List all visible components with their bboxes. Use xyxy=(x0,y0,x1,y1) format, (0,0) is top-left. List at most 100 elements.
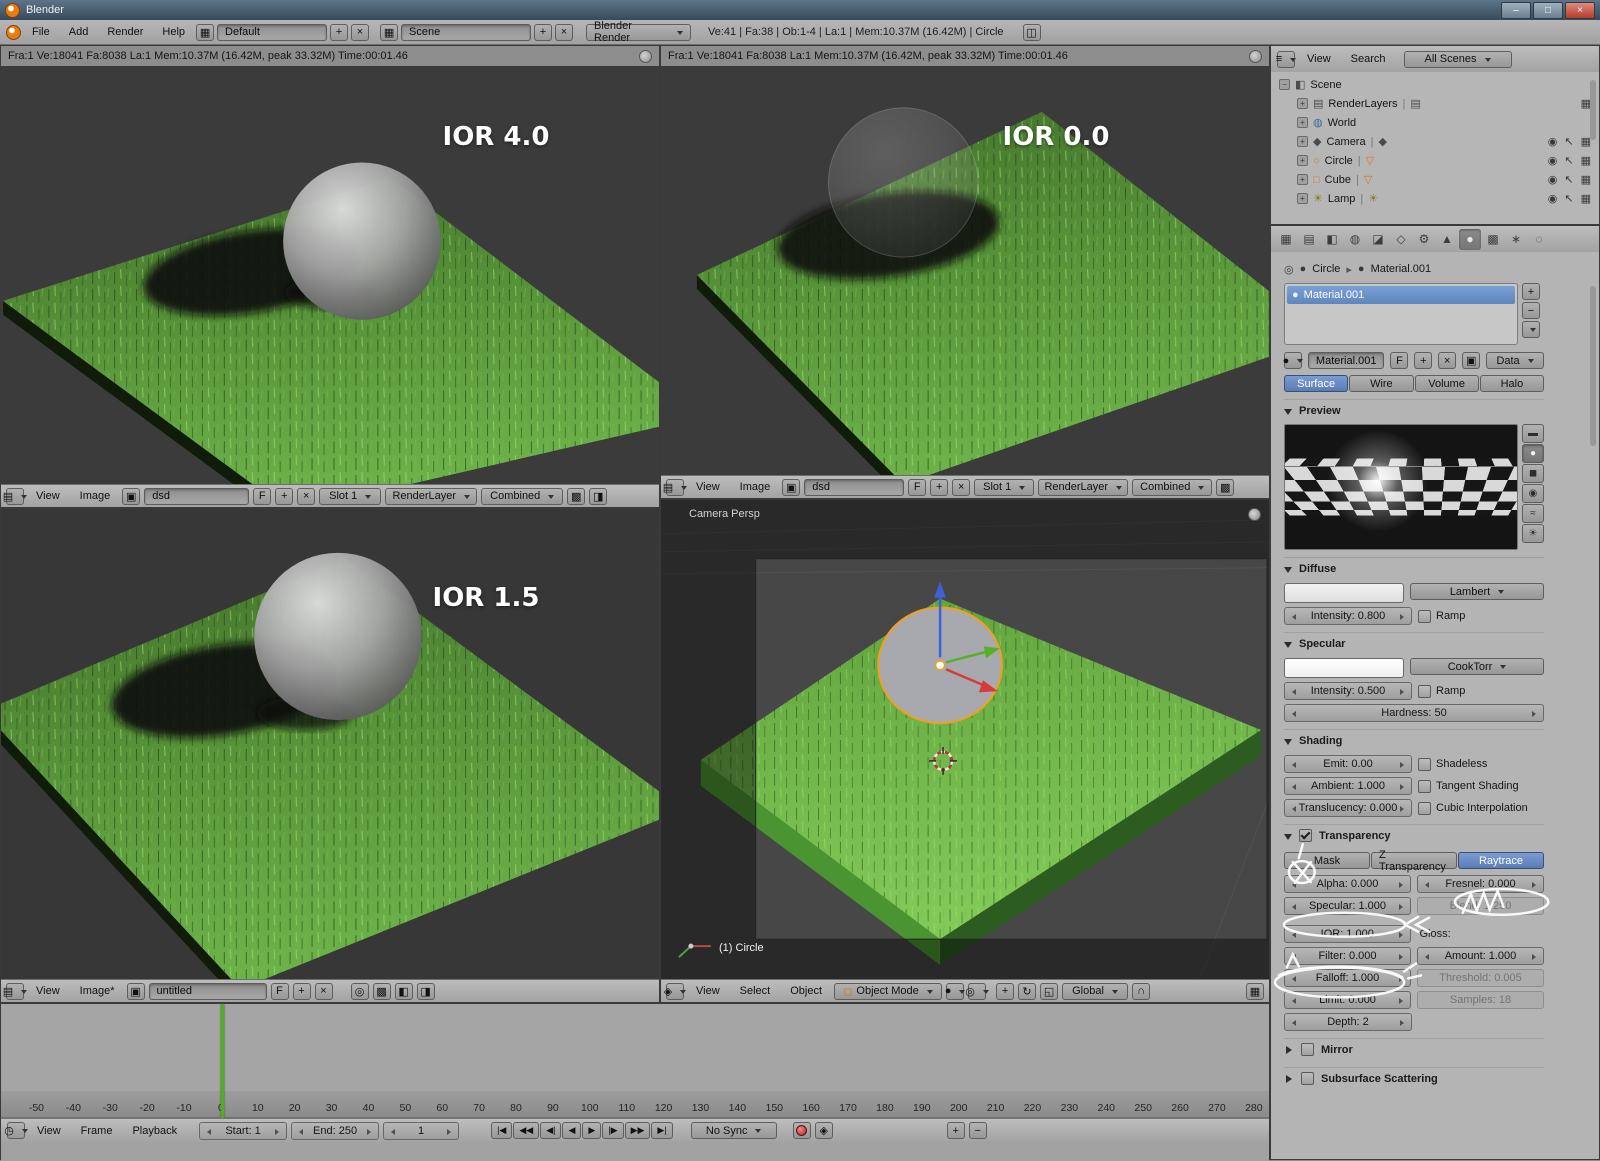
cubic-interpolation-checkbox[interactable] xyxy=(1418,802,1431,815)
play-reverse-button[interactable]: ◀ xyxy=(562,1122,581,1139)
outliner-row-world[interactable]: + ◍ World xyxy=(1271,113,1599,132)
panel-expand-icon[interactable] xyxy=(1284,409,1292,419)
menu-view[interactable]: View xyxy=(28,490,68,502)
snap-magnet-icon[interactable]: ∩ xyxy=(1132,983,1150,1000)
preview-monkey-button[interactable]: ◉ xyxy=(1522,484,1544,503)
selectable-icon[interactable]: ↖ xyxy=(1564,192,1573,205)
expand-icon[interactable]: + xyxy=(1297,98,1308,109)
specular-intensity-slider[interactable]: Intensity: 0.500 xyxy=(1284,682,1412,700)
diffuse-ramp-checkbox[interactable] xyxy=(1418,610,1431,623)
image-browse-icon[interactable]: ▣ xyxy=(127,983,145,1000)
outliner-row-scene[interactable]: − ◧ Scene xyxy=(1271,75,1599,94)
current-frame-field[interactable]: 1 xyxy=(383,1122,459,1140)
specular-shader-dropdown[interactable]: CookTorr xyxy=(1410,658,1544,675)
viewport-3d[interactable]: Camera Persp (1) Circle ◈ View Select Ob… xyxy=(660,499,1270,1003)
fake-user-button[interactable]: F xyxy=(908,479,926,496)
expand-icon[interactable]: + xyxy=(1297,155,1308,166)
diffuse-shader-dropdown[interactable]: Lambert xyxy=(1410,583,1544,600)
alpha-channel-icon[interactable]: ◨ xyxy=(589,488,607,505)
preview-sphere-button[interactable]: ● xyxy=(1522,444,1544,463)
blender-menu-icon[interactable] xyxy=(6,25,21,40)
tab-particles[interactable]: ∗ xyxy=(1505,229,1527,250)
panel-header-specular[interactable]: Specular xyxy=(1284,632,1544,654)
preview-flat-button[interactable]: ▬ xyxy=(1522,424,1544,443)
eye-icon[interactable]: ◉ xyxy=(1548,173,1558,186)
alpha-slider[interactable]: Alpha: 0.000 xyxy=(1284,875,1411,893)
menu-view[interactable]: View xyxy=(28,985,68,997)
jump-start-button[interactable]: |◀ xyxy=(491,1122,512,1139)
tab-physics[interactable]: ◌ xyxy=(1528,229,1550,250)
menu-playback[interactable]: Playback xyxy=(124,1125,185,1137)
render-pass-dropdown[interactable]: Combined xyxy=(481,488,563,505)
menu-frame[interactable]: Frame xyxy=(73,1125,121,1137)
outliner-row-circle[interactable]: + ○ Circle | ▽ ◉ ↖ ▦ xyxy=(1271,151,1599,170)
menu-help[interactable]: Help xyxy=(154,26,193,38)
editor-type-icon[interactable]: ▤ xyxy=(6,488,24,505)
sync-dropdown[interactable]: No Sync xyxy=(691,1122,777,1139)
gloss-threshold-field[interactable]: Threshold: 0.005 xyxy=(1417,969,1544,987)
prev-keyframe-button[interactable]: ◀◀ xyxy=(513,1122,539,1139)
render-layer-dropdown[interactable]: RenderLayer xyxy=(1038,479,1128,496)
scene-field[interactable]: Scene xyxy=(401,24,531,41)
image-unlink-button[interactable]: × xyxy=(315,983,333,1000)
outliner-item-label[interactable]: Scene xyxy=(1310,79,1341,91)
alpha-channel-icon[interactable]: ◨ xyxy=(417,983,435,1000)
screen-add-button[interactable]: + xyxy=(330,24,348,41)
editor-type-icon[interactable]: ▤ xyxy=(666,479,684,496)
material-slot-list[interactable]: ● Material.001 xyxy=(1284,283,1518,345)
outliner-item-label[interactable]: Circle xyxy=(1325,155,1353,167)
outliner-row-camera[interactable]: + ◆ Camera | ◆ ◉ ↖ ▦ xyxy=(1271,132,1599,151)
keying-remove-icon[interactable]: − xyxy=(969,1122,987,1139)
render-toggle-icon[interactable]: ▦ xyxy=(1581,173,1591,186)
image-browse-icon[interactable]: ▣ xyxy=(122,488,140,505)
panel-expand-icon[interactable] xyxy=(1284,834,1292,844)
material-slot-selected[interactable]: ● Material.001 xyxy=(1287,286,1515,304)
expand-icon[interactable]: + xyxy=(1297,117,1308,128)
breadcrumb-object[interactable]: Circle xyxy=(1312,263,1340,275)
tab-material[interactable]: ● xyxy=(1459,229,1481,250)
collapse-icon[interactable]: − xyxy=(1279,79,1290,90)
image-new-button[interactable]: + xyxy=(275,488,293,505)
tab-world[interactable]: ◍ xyxy=(1344,229,1366,250)
scene-add-button[interactable]: + xyxy=(534,24,552,41)
filter-field[interactable]: Filter: 0.000 xyxy=(1284,947,1411,965)
menu-image[interactable]: Image xyxy=(72,490,119,502)
menu-image[interactable]: Image xyxy=(732,481,779,493)
timeline-track[interactable] xyxy=(1,1004,1269,1092)
editor-corner-widget[interactable] xyxy=(1249,50,1262,63)
menu-add[interactable]: Add xyxy=(61,26,97,38)
render-opengl-icon[interactable]: ▦ xyxy=(1246,983,1264,1000)
type-surface-button[interactable]: Surface xyxy=(1284,375,1348,392)
image-name-field[interactable]: untitled xyxy=(149,983,267,1000)
editor-corner-widget[interactable] xyxy=(639,50,652,63)
frame-end-field[interactable]: End: 250 xyxy=(291,1122,379,1140)
limit-field[interactable]: Limit: 0.000 xyxy=(1284,991,1411,1009)
timeline-ruler[interactable]: -50-40-30-20-100102030405060708090100110… xyxy=(1,1091,1269,1118)
editor-type-icon[interactable]: ≡ xyxy=(1277,51,1295,68)
scene-browse-icon[interactable]: ▦ xyxy=(380,24,398,41)
type-volume-button[interactable]: Volume xyxy=(1415,375,1479,392)
material-browse-icon[interactable]: ● xyxy=(1284,352,1302,369)
eye-icon[interactable]: ◉ xyxy=(1548,135,1558,148)
transparency-checkbox[interactable] xyxy=(1299,829,1312,842)
minimize-button[interactable]: – xyxy=(1501,2,1531,19)
draw-channels-icon[interactable]: ▩ xyxy=(373,983,391,1000)
viewport-canvas[interactable]: Camera Persp (1) Circle xyxy=(661,500,1269,980)
gloss-amount-slider[interactable]: Amount: 1.000 xyxy=(1417,947,1544,965)
menu-search[interactable]: Search xyxy=(1343,53,1394,65)
expand-icon[interactable]: + xyxy=(1297,174,1308,185)
tangent-shading-checkbox[interactable] xyxy=(1418,780,1431,793)
menu-image[interactable]: Image* xyxy=(72,985,123,997)
frame-start-field[interactable]: Start: 1 xyxy=(199,1122,287,1140)
diffuse-intensity-slider[interactable]: Intensity: 0.800 xyxy=(1284,607,1412,625)
image-unlink-button[interactable]: × xyxy=(952,479,970,496)
manipulator-scale-icon[interactable]: ◱ xyxy=(1040,983,1058,1000)
render-toggle-icon[interactable]: ▦ xyxy=(1581,154,1591,167)
draw-channels-icon[interactable]: ▩ xyxy=(1216,479,1234,496)
material-unlink-button[interactable]: × xyxy=(1438,352,1456,369)
translucency-field[interactable]: Translucency: 0.000 xyxy=(1284,799,1412,817)
ambient-field[interactable]: Ambient: 1.000 xyxy=(1284,777,1412,795)
fake-user-button[interactable]: F xyxy=(271,983,289,1000)
tab-object[interactable]: ◪ xyxy=(1367,229,1389,250)
image-name-field[interactable]: dsd xyxy=(804,479,904,496)
